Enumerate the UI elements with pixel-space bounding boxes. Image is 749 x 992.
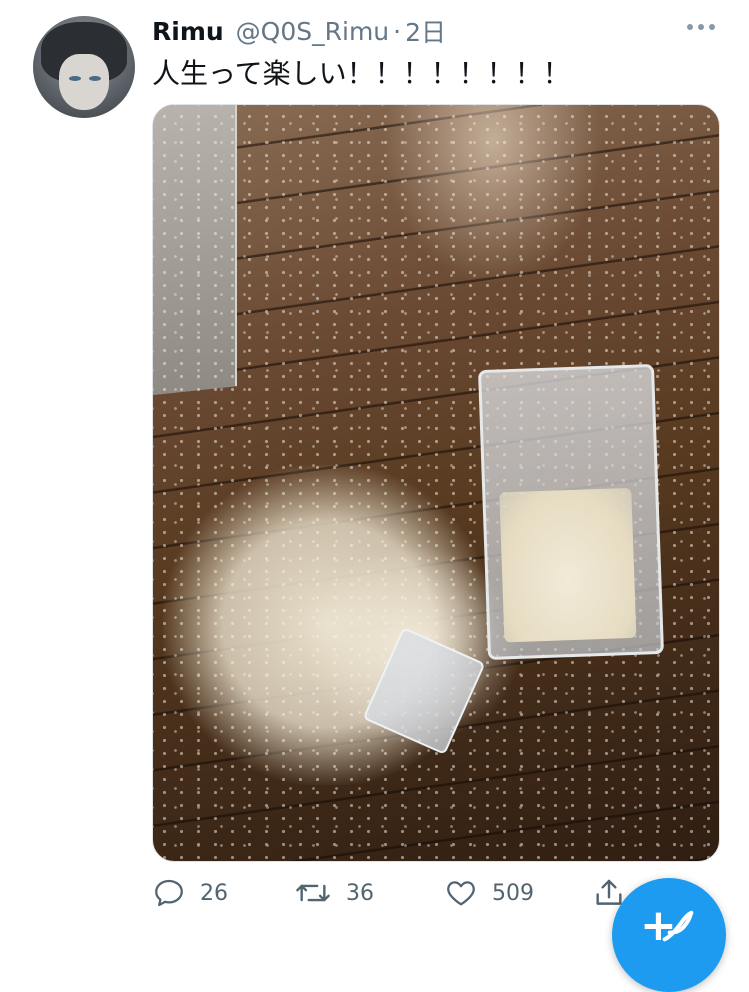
retweet-icon <box>296 884 330 902</box>
tweet-action-bar: 26 36 509 <box>152 872 622 914</box>
tweet-text: 人生って楽しい！！！！！！！！ <box>152 57 571 90</box>
more-dot <box>698 24 704 30</box>
separator-dot: · <box>393 16 402 46</box>
avatar-eye <box>89 76 101 81</box>
avatar-eye <box>69 76 81 81</box>
tweet-photo[interactable] <box>152 104 720 862</box>
user-handle[interactable]: @Q0S_Rimu <box>236 17 389 46</box>
more-dot <box>687 24 693 30</box>
avatar[interactable] <box>33 16 135 118</box>
more-options-icon[interactable] <box>687 24 715 30</box>
plastic-rice-container <box>477 364 665 660</box>
more-dot <box>709 24 715 30</box>
compose-tweet-button[interactable]: + <box>612 878 726 992</box>
reply-icon <box>155 879 183 907</box>
retweet-count: 36 <box>346 880 374 906</box>
retweet-button[interactable]: 36 <box>294 872 374 914</box>
like-button[interactable]: 509 <box>444 872 534 914</box>
heart-icon <box>447 881 475 906</box>
reply-count: 26 <box>200 880 228 906</box>
avatar-face <box>59 54 109 110</box>
display-name[interactable]: Rimu <box>152 17 224 46</box>
tweet-time[interactable]: 2日 <box>405 13 446 49</box>
reply-button[interactable]: 26 <box>152 872 228 914</box>
rice-in-container <box>499 487 637 643</box>
feather-icon <box>662 910 694 942</box>
tweet-header: Rimu @Q0S_Rimu · 2日 <box>152 14 446 48</box>
like-count: 509 <box>492 880 534 906</box>
